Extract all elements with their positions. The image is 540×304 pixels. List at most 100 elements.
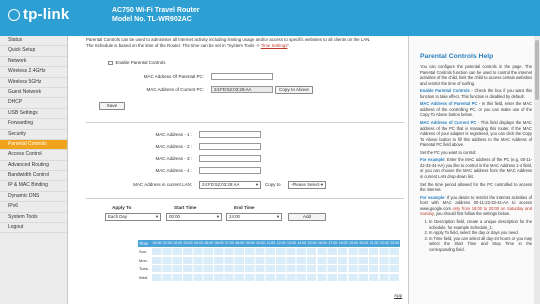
mac-current-label: MAC Address of Current PC: — [146, 87, 204, 92]
grid-cells[interactable] — [152, 273, 400, 281]
grid-hour-label: 01:00 — [162, 241, 172, 245]
sidebar-item-network[interactable]: Network — [0, 57, 67, 68]
grid-hour-label: 13:00 — [286, 241, 296, 245]
intro-line-2-prefix: The Schedule is based on the time of the… — [86, 42, 261, 48]
sidebar-item-system-tools[interactable]: System Tools — [0, 213, 67, 224]
sidebar-item-parental-controls[interactable]: Parental Controls — [0, 139, 67, 151]
grid-hour-label: 15:00 — [307, 241, 317, 245]
enable-parental-checkbox[interactable] — [108, 60, 113, 65]
mac3-input[interactable] — [199, 155, 261, 162]
help-text: , you should first follow the settings b… — [433, 211, 510, 217]
copy-to-label: Copy to — [265, 182, 281, 187]
help-panel: Parental Controls Help You can configure… — [408, 36, 534, 304]
product-info: AC750 Wi-Fi Travel Router Model No. TL-W… — [112, 6, 199, 24]
help-body: You can configure the parental controls … — [420, 64, 532, 252]
intro-text: Parental Controls can be used to adminis… — [86, 37, 404, 49]
sidebar-item-status[interactable]: Status — [0, 36, 67, 47]
main-content: Parental Controls can be used to adminis… — [68, 36, 408, 304]
grid-day-label: Mon. — [139, 257, 148, 263]
apply-to-select[interactable]: Each Day ▼ — [105, 213, 161, 221]
mac4-label: MAC Address - 4 : — [155, 168, 192, 173]
help-paragraph: MAC Address of Parental PC - In this fie… — [420, 101, 532, 118]
copy-to-select[interactable]: -Please Select- ▼ — [288, 181, 326, 189]
grid-day-label: Tues. — [139, 266, 149, 271]
chevron-down-icon: ▼ — [276, 214, 280, 219]
help-title: Parental Controls Help — [420, 53, 494, 60]
mac4-input[interactable] — [199, 167, 261, 174]
grid-hour-label: 16:00 — [317, 241, 327, 245]
grid-hour-label: 20:00 — [359, 241, 369, 245]
sidebar-item-security[interactable]: Security — [0, 130, 67, 140]
grid-hour-label: 03:00 — [183, 241, 193, 245]
copy-to-above-button[interactable]: Copy to Above — [275, 85, 313, 94]
mac2-label: MAC Address - 2 : — [155, 144, 192, 149]
start-time-select[interactable]: 00:00 ▼ — [166, 213, 222, 221]
grid-day-label: Wed. — [139, 274, 149, 280]
grid-hour-label: 23:00 — [390, 241, 400, 245]
help-scrollbar-thumb[interactable] — [535, 40, 539, 100]
help-paragraph: Set the PC you want to control: — [420, 149, 477, 155]
grid-cells[interactable] — [152, 265, 400, 272]
time-settings-link[interactable]: Time Settings — [261, 43, 288, 48]
chevron-down-icon: ▼ — [155, 214, 159, 219]
app-link[interactable]: App — [394, 293, 402, 298]
grid-hour-label: 04:00 — [193, 241, 203, 245]
mac2-input[interactable] — [199, 143, 261, 150]
mac-lan-select[interactable]: 24:FD:52:03:29:AA ▼ — [199, 181, 261, 189]
sidebar-item-advanced-routing[interactable]: Advanced Routing — [0, 161, 67, 172]
mac-parental-input[interactable] — [211, 73, 273, 80]
schedule-grid-header: Time 00:00 01:00 02:00 03:00 04:00 05:00 06:00… — [138, 240, 400, 247]
section-divider-1 — [86, 122, 404, 123]
sidebar-item-guest-network[interactable]: Guest Network — [0, 88, 67, 99]
help-step: In Apply To field, select the day or day… — [429, 230, 532, 236]
grid-hour-label: 18:00 — [338, 241, 348, 245]
mac-parental-label: MAC Address Of Parental PC: — [143, 74, 204, 79]
sidebar-item-quick-setup[interactable]: Quick Setup — [0, 46, 67, 57]
header-bar: tp-link AC750 Wi-Fi Travel Router Model … — [0, 0, 540, 36]
sidebar-item-ipv6[interactable]: IPv6 — [0, 202, 67, 213]
grid-hour-label: 07:00 — [224, 241, 234, 245]
tp-link-logo: tp-link — [8, 6, 69, 23]
end-time-select[interactable]: 24:00 ▼ — [226, 213, 282, 221]
logo-text: tp-link — [23, 6, 70, 23]
sidebar-item-access-control[interactable]: Access Control — [0, 150, 67, 161]
schedule-grid: Time 00:00 01:00 02:00 03:00 04:00 05:00 06:00… — [138, 240, 400, 281]
mac1-input[interactable] — [199, 131, 261, 138]
grid-hour-label: 05:00 — [204, 241, 214, 245]
grid-hour-label: 10:00 — [255, 241, 265, 245]
mac-current-value: 24:FD:52:03:29:AA — [211, 86, 273, 93]
sidebar-item-dhcp[interactable]: DHCP — [0, 98, 67, 109]
apply-to-header: Apply To — [112, 205, 132, 210]
intro-line-2: The Schedule is based on the time of the… — [86, 43, 404, 49]
sidebar-item-usb-settings[interactable]: USB Settings — [0, 109, 67, 120]
sidebar-item-ip-mac-binding[interactable]: IP & MAC Binding — [0, 181, 67, 192]
grid-hour-label: 00:00 — [152, 241, 162, 245]
grid-hour-label: 11:00 — [266, 241, 276, 245]
sidebar-item-wireless-24ghz[interactable]: Wireless 2.4GHz — [0, 67, 67, 78]
help-paragraph: For example: If you desire to restrict t… — [420, 195, 532, 217]
copy-to-select-value: -Please Select- — [291, 182, 321, 187]
sidebar-item-logout[interactable]: Logout — [0, 223, 67, 234]
grid-row-wed: Wed. — [138, 273, 400, 282]
help-paragraph: MAC Address of Current PC - This field d… — [420, 120, 532, 148]
mac-lan-label: MAC Address in current LAN: — [133, 182, 192, 187]
help-key: Enable Parental Controls — [420, 88, 470, 94]
help-key: For example — [420, 194, 445, 200]
save-button[interactable]: Save — [99, 102, 125, 110]
sidebar-item-dynamic-dns[interactable]: Dynamic DNS — [0, 192, 67, 203]
grid-cells[interactable] — [152, 256, 400, 264]
grid-cells[interactable] — [152, 248, 400, 255]
sidebar-item-wireless-5ghz[interactable]: Wireless 5GHz — [0, 78, 67, 88]
section-divider-2 — [86, 198, 404, 199]
grid-row-sun: Sun. — [138, 248, 400, 256]
add-button[interactable]: Add — [288, 212, 326, 221]
grid-row-tues: Tues. — [138, 265, 400, 273]
sidebar-item-bandwidth-control[interactable]: Bandwidth Control — [0, 171, 67, 182]
grid-hour-label: 17:00 — [328, 241, 338, 245]
product-model: Model No. TL-WR902AC — [112, 16, 192, 23]
sidebar-item-forwarding[interactable]: Forwarding — [0, 119, 67, 130]
help-key: For example — [420, 157, 445, 163]
grid-hour-label: 09:00 — [245, 241, 255, 245]
grid-hour-label: 22:00 — [379, 241, 389, 245]
help-scrollbar[interactable] — [534, 36, 540, 304]
